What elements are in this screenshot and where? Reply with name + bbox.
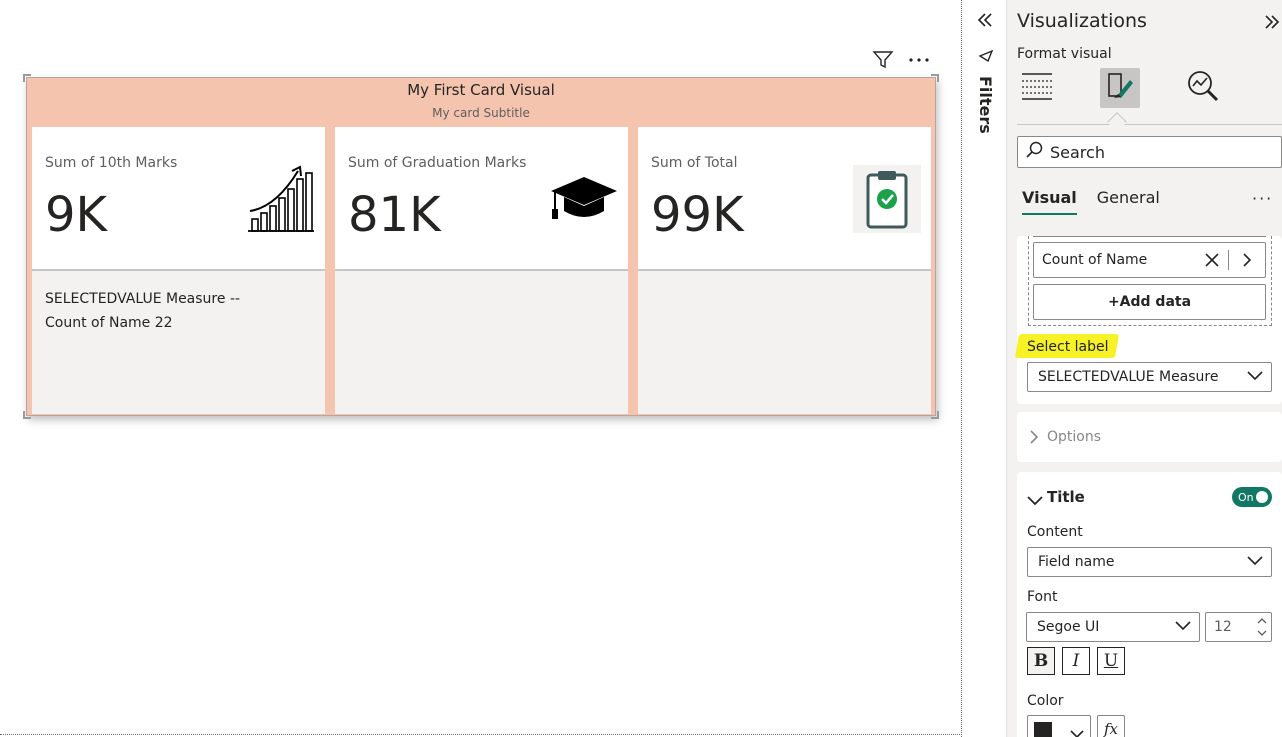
card-visual[interactable]: My First Card Visual My card Subtitle Su… (23, 74, 939, 419)
card-graduation-marks[interactable]: Sum of Graduation Marks 81K (335, 127, 628, 414)
options-label: Options (1047, 429, 1102, 445)
clipboard-check-icon (853, 165, 921, 233)
title-heading: Title (1047, 488, 1085, 506)
tab-general[interactable]: General (1097, 188, 1160, 215)
card-label: Sum of 10th Marks (45, 155, 178, 171)
card-value: 81K (348, 187, 441, 243)
resize-handle[interactable] (23, 74, 31, 82)
search-box[interactable] (1017, 136, 1282, 168)
divider (1033, 236, 1266, 237)
font-label: Font (1027, 589, 1058, 605)
chevron-down-icon (1247, 369, 1263, 385)
chevron-down-icon (1070, 725, 1084, 737)
graduation-cap-icon (549, 175, 619, 229)
content-dropdown[interactable]: Field name (1027, 547, 1272, 577)
title-toggle[interactable]: On (1232, 487, 1272, 507)
options-section[interactable]: Options (1017, 412, 1282, 462)
conditional-formatting-button[interactable]: fx (1097, 715, 1125, 737)
format-tabs: Visual General (1022, 188, 1160, 215)
collapse-right-icon[interactable] (1263, 14, 1281, 34)
resize-handle[interactable] (23, 411, 31, 419)
canvas-border (0, 734, 962, 735)
chevron-right-icon[interactable] (1242, 253, 1252, 271)
visual-subtitle: My card Subtitle (432, 106, 530, 120)
card-value: 9K (45, 187, 108, 243)
format-visual-button[interactable] (1100, 68, 1140, 108)
fields-grid-icon (1021, 71, 1053, 105)
pane-title: Visualizations (1017, 10, 1147, 32)
chevron-down-icon (1247, 554, 1263, 570)
resize-handle[interactable] (931, 74, 939, 82)
card-label: Sum of Total (651, 155, 738, 171)
chevron-right-icon (1029, 429, 1039, 448)
more-options-icon[interactable]: ··· (1252, 189, 1273, 208)
card-label: Sum of Graduation Marks (348, 155, 527, 171)
content-label: Content (1027, 524, 1083, 540)
italic-button[interactable]: I (1062, 647, 1090, 675)
select-label-heading: Select label (1027, 339, 1109, 355)
filters-label[interactable]: Filters (976, 76, 995, 134)
card-10th-marks[interactable]: Sum of 10th Marks 9K SELECTEDVALUE Measu… (32, 127, 325, 414)
chevron-down-icon (1175, 619, 1191, 635)
field-name: Count of Name (1042, 252, 1148, 268)
reference-label: SELECTEDVALUE Measure -- Count of Name 2… (45, 291, 241, 331)
paint-brush-icon (1104, 70, 1136, 106)
chevron-down-icon[interactable] (1027, 491, 1043, 510)
fields-tab-button[interactable] (1017, 68, 1057, 108)
expand-left-icon[interactable] (976, 12, 994, 32)
color-picker-button[interactable] (1027, 715, 1091, 737)
card-top: Sum of Total 99K (638, 127, 931, 271)
field-pill-count-of-name[interactable]: Count of Name (1033, 242, 1266, 278)
close-icon[interactable] (1204, 252, 1220, 272)
underline-button[interactable]: U (1097, 647, 1125, 675)
card-top: Sum of 10th Marks 9K (32, 127, 325, 271)
stepper-arrows-icon[interactable] (1257, 616, 1267, 642)
report-canvas[interactable]: My First Card Visual My card Subtitle Su… (0, 0, 962, 737)
select-label-dropdown[interactable]: SELECTEDVALUE Measure (1027, 362, 1272, 392)
more-options-icon[interactable] (908, 57, 930, 63)
active-tab-caret (1107, 112, 1127, 132)
search-icon (1026, 141, 1044, 163)
visual-header (872, 50, 930, 70)
divider (1228, 250, 1229, 270)
growth-chart-icon (246, 163, 316, 237)
format-visual-label: Format visual (1017, 46, 1112, 62)
card-value: 99K (651, 187, 744, 243)
tab-visual[interactable]: Visual (1022, 188, 1077, 215)
divider (1017, 124, 1282, 125)
filter-icon[interactable] (872, 50, 894, 70)
visual-title: My First Card Visual (407, 81, 555, 99)
filter-funnel-icon (978, 48, 994, 67)
card-total[interactable]: Sum of Total 99K (638, 127, 931, 414)
search-input[interactable] (1050, 142, 1250, 162)
resize-handle[interactable] (931, 411, 939, 419)
font-family-dropdown[interactable]: Segoe UI (1026, 612, 1200, 642)
visualizations-pane: Visualizations Format visual Search Visu… (1007, 0, 1282, 737)
bold-button[interactable]: B (1027, 647, 1055, 675)
color-swatch (1034, 722, 1052, 737)
analytics-magnifier-icon (1186, 69, 1220, 107)
font-size-stepper[interactable]: 12 (1205, 612, 1272, 642)
add-data-button[interactable]: +Add data (1033, 284, 1266, 320)
toggle-knob (1256, 491, 1268, 503)
card-top: Sum of Graduation Marks 81K (335, 127, 628, 271)
color-label: Color (1027, 693, 1064, 709)
analytics-button[interactable] (1183, 68, 1223, 108)
